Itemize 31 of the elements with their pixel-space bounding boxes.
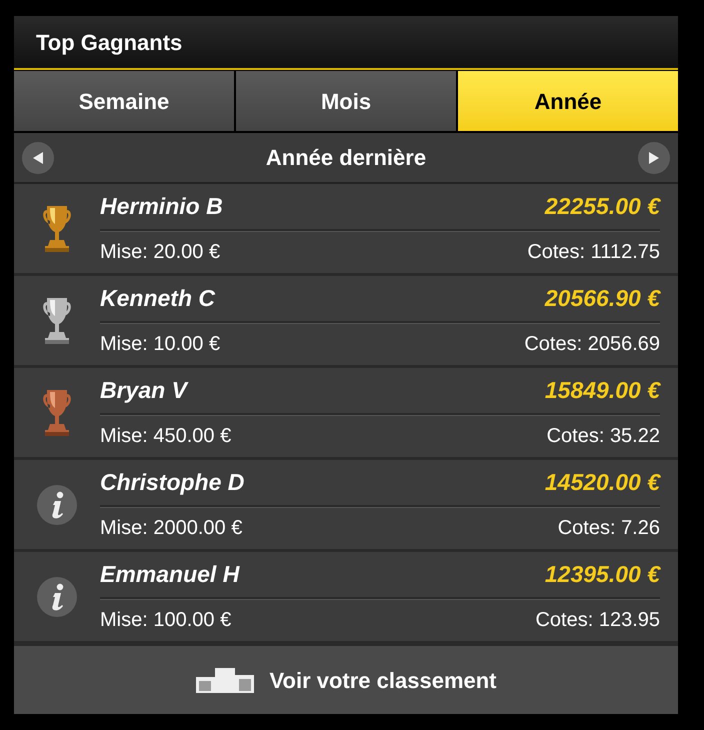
- winner-name: Emmanuel H: [100, 560, 240, 590]
- previous-button[interactable]: [22, 142, 54, 174]
- stake-text: Mise: 10.00 €: [100, 332, 220, 357]
- stake-text: Mise: 450.00 €: [100, 424, 232, 449]
- winner-name: Bryan V: [100, 376, 187, 406]
- winnings-amount: 20566.90 €: [544, 284, 660, 314]
- period-tab[interactable]: Mois: [236, 71, 456, 131]
- left-arrow-icon: [32, 150, 44, 164]
- winnings-amount: 14520.00 €: [544, 468, 660, 498]
- period-tab[interactable]: Semaine: [14, 71, 234, 131]
- podium-icon: [195, 667, 256, 693]
- panel-title: Top Gagnants: [36, 28, 182, 57]
- winnings-amount: 22255.00 €: [544, 192, 660, 222]
- next-button[interactable]: [638, 142, 670, 174]
- winnings-amount: 12395.00 €: [544, 560, 660, 590]
- winner-name: Christophe D: [100, 468, 244, 498]
- stake-text: Mise: 100.00 €: [100, 608, 232, 633]
- odds-text: Cotes: 1112.75: [527, 240, 660, 265]
- odds-text: Cotes: 2056.69: [524, 332, 660, 357]
- right-arrow-icon: [648, 150, 660, 164]
- odds-text: Cotes: 35.22: [546, 424, 660, 449]
- stake-text: Mise: 2000.00 €: [100, 516, 242, 541]
- period-tab[interactable]: Année: [458, 71, 678, 131]
- winner-name: Herminio B: [100, 192, 223, 222]
- period-label: Année dernière: [266, 144, 426, 172]
- winnings-amount: 15849.00 €: [544, 376, 660, 406]
- odds-text: Cotes: 123.95: [535, 608, 660, 633]
- stake-text: Mise: 20.00 €: [100, 240, 220, 265]
- odds-text: Cotes: 7.26: [558, 516, 660, 541]
- winner-name: Kenneth C: [100, 284, 215, 314]
- ranking-link[interactable]: Voir votre classement: [269, 664, 497, 696]
